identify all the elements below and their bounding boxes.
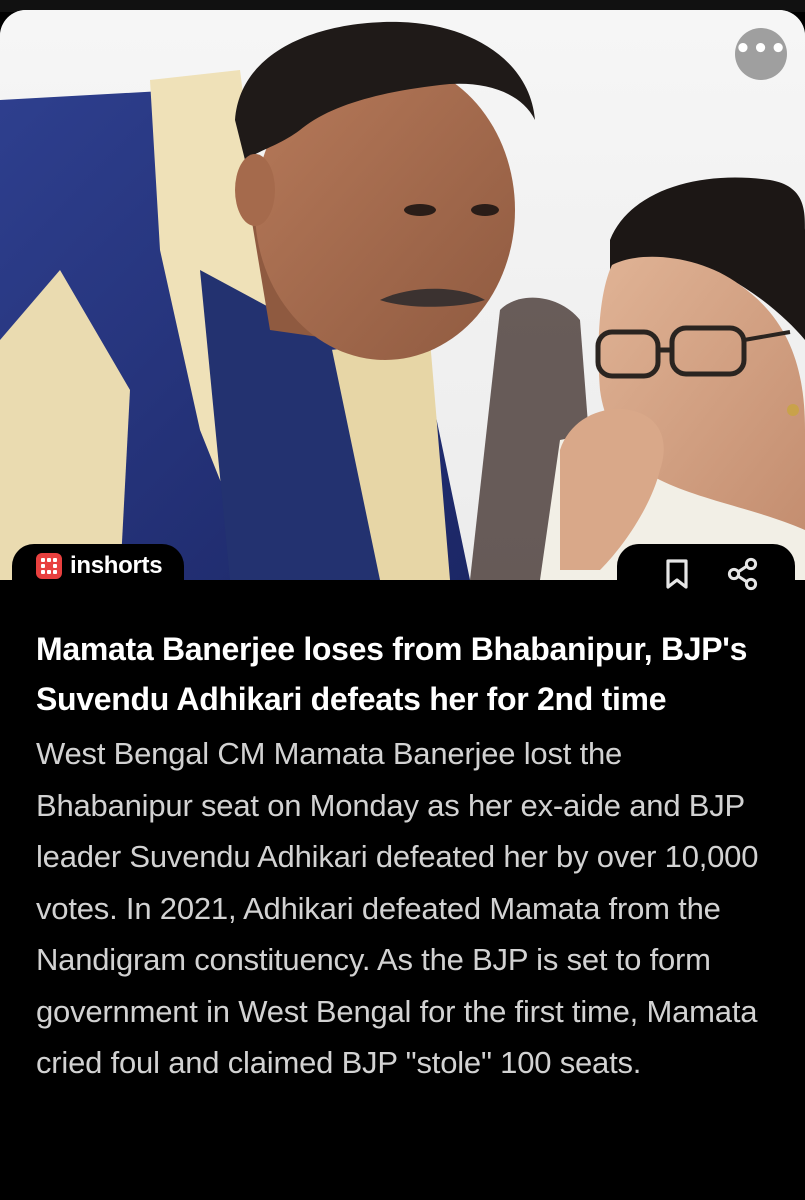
- brand-name: inshorts: [70, 552, 163, 579]
- article-body: West Bengal CM Mamata Banerjee lost the …: [36, 736, 759, 1080]
- article-content: Mamata Banerjee loses from Bhabanipur, B…: [36, 624, 766, 1089]
- news-card[interactable]: ••• inshorts Mamata Banerjee loses from …: [0, 10, 805, 1200]
- share-icon: [727, 557, 758, 591]
- footer-source-line: [36, 1196, 436, 1200]
- news-photo[interactable]: •••: [0, 10, 805, 580]
- inshorts-logo-icon: [36, 553, 62, 579]
- article-headline[interactable]: Mamata Banerjee loses from Bhabanipur, B…: [36, 624, 766, 724]
- more-horizontal-icon: •••: [734, 34, 788, 64]
- brand-tab: inshorts: [12, 544, 185, 588]
- app-frame: ••• inshorts Mamata Banerjee loses from …: [0, 0, 805, 1200]
- bookmark-icon: [666, 559, 688, 589]
- bookmark-button[interactable]: [659, 556, 695, 592]
- action-tab: [617, 544, 795, 591]
- share-button[interactable]: [725, 556, 761, 592]
- more-options-button[interactable]: •••: [735, 28, 787, 80]
- photo-illustration: [0, 10, 805, 580]
